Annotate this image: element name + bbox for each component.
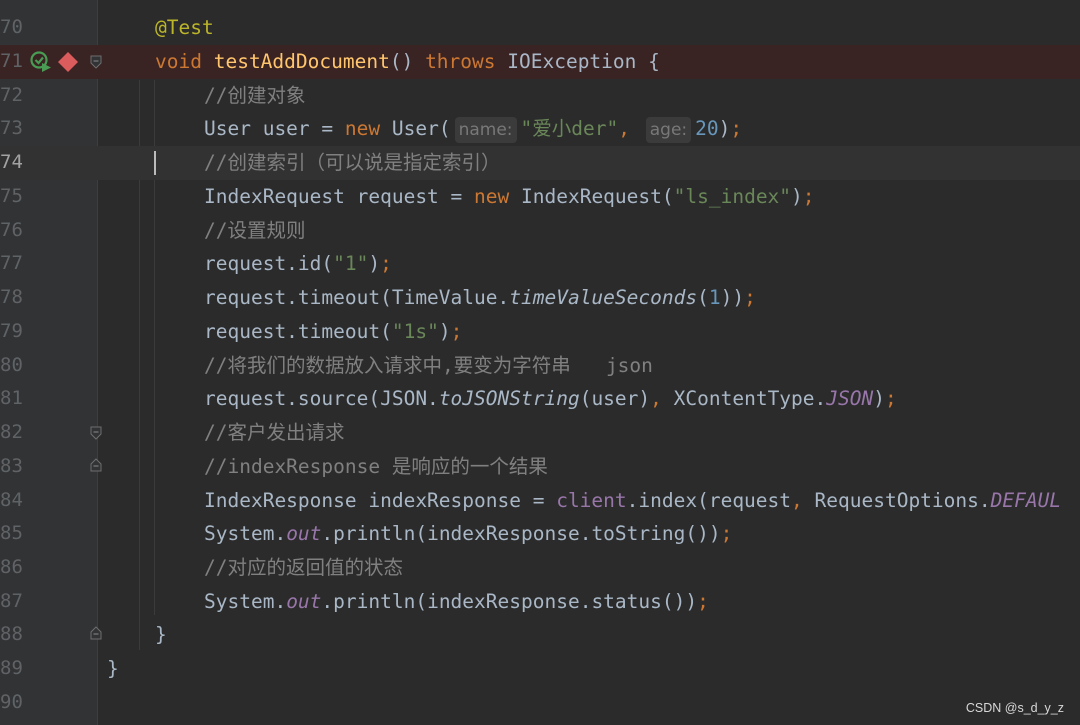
line-code: User user = new User(name: "爱小der", age: 2… [204,112,742,146]
line-number: 70 [0,16,23,38]
line-number: 72 [0,84,23,106]
line-comment: //对应的返回值的状态 [204,556,403,579]
code-line[interactable]: 85 System.out.println(indexResponse.toSt… [0,517,1080,551]
code-line[interactable]: 82 //客户发出请求 [0,416,1080,450]
code-line[interactable]: 86 //对应的返回值的状态 [0,551,1080,585]
line-number: 89 [0,657,23,679]
watermark: CSDN @s_d_y_z [965,701,1064,715]
code-line[interactable]: 84 IndexResponse indexResponse = client.… [0,484,1080,518]
line-number: 78 [0,286,23,308]
parameter-hint-age: age: [645,117,692,143]
line-number: 76 [0,219,23,241]
code-line[interactable]: 87 System.out.println(indexResponse.stat… [0,585,1080,619]
line-code: request.id("1"); [204,252,392,275]
line-number: 80 [0,354,23,376]
line-number: 82 [0,421,23,443]
line-comment: //创建对象 [204,84,306,107]
fold-marker-icon[interactable] [90,458,102,472]
line-number: 86 [0,556,23,578]
code-line[interactable]: 76 //设置规则 [0,214,1080,248]
code-line[interactable]: 81 request.source(JSON.toJSONString(user… [0,382,1080,416]
fold-marker-icon[interactable] [90,426,102,440]
line-number: 74 [0,151,23,173]
line-number: 79 [0,320,23,342]
line-number: 85 [0,522,23,544]
code-line[interactable]: 70 @Test [0,11,1080,45]
code-line[interactable]: 77 request.id("1"); [0,247,1080,281]
code-editor[interactable]: 70 @Test 71 void testAddDocument() throw… [0,0,1080,725]
line-number: 84 [0,489,23,511]
code-line[interactable]: 75 IndexRequest request = new IndexReque… [0,180,1080,214]
line-code: IndexRequest request = new IndexRequest(… [204,185,815,208]
line-code: void testAddDocument() throws IOExceptio… [155,50,660,73]
line-number: 71 [0,50,23,72]
run-test-icon[interactable] [30,51,52,73]
line-number: 90 [0,691,23,713]
line-number: 73 [0,117,23,139]
code-line[interactable]: 89 } [0,652,1080,686]
closing-brace: } [107,657,119,680]
breakpoint-icon[interactable] [56,50,80,74]
code-line[interactable]: 80 //将我们的数据放入请求中,要变为字符串 json [0,349,1080,383]
text-caret [154,151,156,175]
line-code: request.timeout("1s"); [204,320,463,343]
line-comment: //创建索引（可以说是指定索引） [204,151,501,174]
code-line[interactable]: 88 } [0,618,1080,652]
code-line-breakpoint[interactable]: 71 void testAddDocument() throws IOExcep… [0,45,1080,79]
line-comment: //客户发出请求 [204,421,345,444]
code-line[interactable]: 83 //indexResponse 是响应的一个结果 [0,450,1080,484]
line-number: 83 [0,455,23,477]
line-code: IndexResponse indexResponse = client.ind… [204,489,1062,512]
code-line[interactable]: 78 request.timeout(TimeValue.timeValueSe… [0,281,1080,315]
fold-marker-icon[interactable] [90,55,102,69]
code-line[interactable]: 90 [0,686,1080,720]
fold-marker-icon[interactable] [90,626,102,640]
code-line-current[interactable]: 74 //创建索引（可以说是指定索引） [0,146,1080,180]
closing-brace: } [155,623,167,646]
code-line[interactable]: 72 //创建对象 [0,79,1080,113]
line-number: 77 [0,252,23,274]
line-number: 75 [0,185,23,207]
line-number: 87 [0,590,23,612]
code-line[interactable]: 79 request.timeout("1s"); [0,315,1080,349]
line-code: System.out.println(indexResponse.toStrin… [204,522,733,545]
line-code: System.out.println(indexResponse.status(… [204,590,709,613]
line-number: 81 [0,387,23,409]
line-comment: //indexResponse 是响应的一个结果 [204,455,548,478]
parameter-hint-name: name: [454,117,517,143]
line-code: @Test [155,16,214,39]
line-comment: //设置规则 [204,219,306,242]
line-number: 88 [0,623,23,645]
line-comment: //将我们的数据放入请求中,要变为字符串 json [204,354,653,377]
code-line[interactable]: 73 User user = new User(name: "爱小der", ag… [0,112,1080,146]
line-code: request.source(JSON.toJSONString(user), … [204,387,897,410]
line-code: request.timeout(TimeValue.timeValueSecon… [204,286,756,309]
